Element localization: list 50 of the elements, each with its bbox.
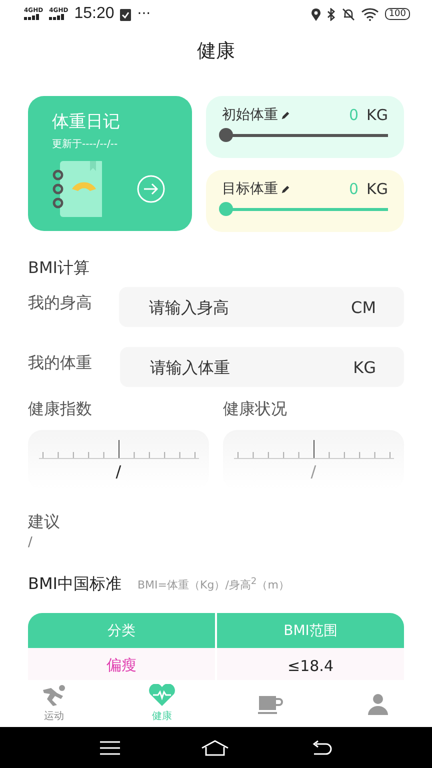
weight-unit: KG — [366, 180, 388, 198]
input-field[interactable]: 请输入身高 — [147, 296, 352, 318]
formula-text: BMI=体重（Kg）/身高$^{2}$（m） — [138, 576, 290, 593]
pencil-icon[interactable] — [280, 184, 291, 194]
section-title: BMI计算 — [28, 258, 90, 279]
wifi-icon — [360, 8, 379, 20]
weight-label: 目标体重 — [222, 180, 278, 198]
advice-text: / — [28, 535, 34, 550]
advice-label: 建议 — [28, 512, 61, 533]
field-label: 我的体重 — [28, 352, 93, 374]
person-icon — [366, 692, 390, 714]
slider-thumb[interactable] — [219, 128, 233, 142]
unit-label: KG — [353, 358, 376, 376]
weight-unit: KG — [366, 106, 388, 124]
clock-time: 15:20 — [74, 5, 114, 23]
signal-icon — [49, 14, 66, 20]
weight-diary-card[interactable]: 体重日记 更新于----/--/-- — [28, 96, 192, 231]
page-title: 健康 — [196, 39, 236, 64]
diary-title: 体重日记 — [52, 111, 121, 133]
bluetooth-icon — [326, 8, 336, 20]
weight-value: 0 — [348, 180, 359, 198]
gauge-value: / — [310, 462, 316, 481]
signal-icon — [24, 14, 40, 20]
input-field[interactable]: 请输入体重 KG — [120, 347, 404, 387]
nav-tab[interactable]: 运动 — [0, 680, 108, 727]
input-field[interactable]: 请输入身高 CM — [119, 287, 404, 327]
more-indicator: ··· — [137, 6, 151, 22]
nav-tab[interactable]: 健康 — [108, 680, 216, 727]
gauge-label: 健康状况 — [223, 399, 288, 420]
column-header: 分类 — [106, 622, 136, 640]
pencil-icon[interactable] — [280, 110, 291, 120]
bell-muted-icon — [342, 8, 355, 20]
gauge-label: 健康指数 — [28, 399, 93, 420]
gauge-value: / — [116, 462, 122, 481]
slider-thumb[interactable] — [219, 202, 233, 216]
heart-pulse-icon — [148, 684, 176, 706]
location-icon — [310, 8, 321, 20]
section-title: BMI中国标准 — [28, 574, 122, 595]
weight-value: 0 — [348, 106, 359, 124]
unit-label: CM — [351, 298, 376, 316]
field-label: 我的身高 — [28, 292, 93, 314]
diary-updated-text: 更新于----/--/-- — [52, 138, 119, 151]
weight-label: 初始体重 — [222, 106, 278, 124]
category-cell-text: 偏瘦 — [106, 655, 138, 676]
runner-icon — [41, 684, 67, 706]
input-field[interactable]: 请输入体重 — [148, 356, 354, 378]
home-icon[interactable] — [200, 740, 229, 756]
menu-icon[interactable] — [100, 740, 120, 754]
notebook-drawing — [52, 161, 102, 217]
battery-indicator: 100 — [384, 8, 410, 20]
